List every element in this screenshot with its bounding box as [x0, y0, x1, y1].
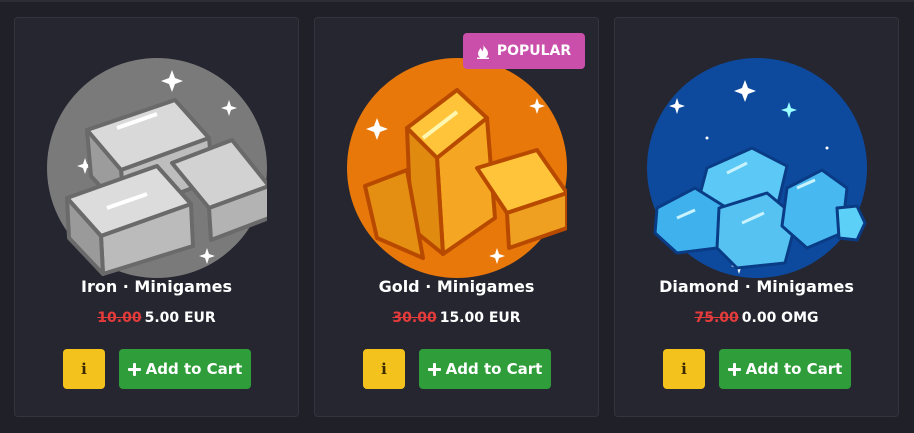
product-grid: Iron · Minigames 10.00 5.00 EUR i Add to … [14, 17, 900, 417]
info-button[interactable]: i [663, 349, 705, 389]
old-price: 10.00 [97, 310, 142, 326]
product-title: Gold · Minigames [378, 277, 535, 296]
add-to-cart-button[interactable]: Add to Cart [119, 349, 251, 389]
plus-icon [427, 362, 441, 376]
product-price: 75.00 0.00 OMG [615, 310, 898, 326]
info-button[interactable]: i [63, 349, 105, 389]
top-divider [0, 0, 914, 2]
info-button[interactable]: i [363, 349, 405, 389]
product-card-gold: POPULAR Gold · Minigames 30.00 15.00 EUR … [314, 17, 599, 417]
current-price: 0.00 OMG [741, 310, 819, 326]
diamonds-icon [647, 58, 867, 278]
info-icon: i [381, 360, 387, 378]
iron-bars-icon [47, 58, 267, 278]
product-title: Diamond · Minigames [659, 277, 854, 296]
add-to-cart-button[interactable]: Add to Cart [719, 349, 851, 389]
info-icon: i [681, 360, 687, 378]
product-price: 10.00 5.00 EUR [15, 310, 298, 326]
old-price: 75.00 [694, 310, 739, 326]
popular-badge-label: POPULAR [496, 43, 572, 59]
info-icon: i [81, 360, 87, 378]
product-card-diamond: Diamond · Minigames 75.00 0.00 OMG i Add … [614, 17, 899, 417]
product-title: Iron · Minigames [80, 277, 233, 296]
plus-icon [727, 362, 741, 376]
add-to-cart-label: Add to Cart [445, 360, 543, 378]
add-to-cart-label: Add to Cart [745, 360, 843, 378]
add-to-cart-label: Add to Cart [145, 360, 243, 378]
product-price: 30.00 15.00 EUR [315, 310, 598, 326]
old-price: 30.00 [392, 310, 437, 326]
product-card-iron: Iron · Minigames 10.00 5.00 EUR i Add to … [14, 17, 299, 417]
plus-icon [127, 362, 141, 376]
current-price: 5.00 EUR [144, 310, 216, 326]
gold-bars-icon [347, 58, 567, 278]
add-to-cart-button[interactable]: Add to Cart [419, 349, 551, 389]
current-price: 15.00 EUR [439, 310, 521, 326]
popular-badge: POPULAR [463, 33, 585, 69]
fire-icon [476, 43, 489, 59]
